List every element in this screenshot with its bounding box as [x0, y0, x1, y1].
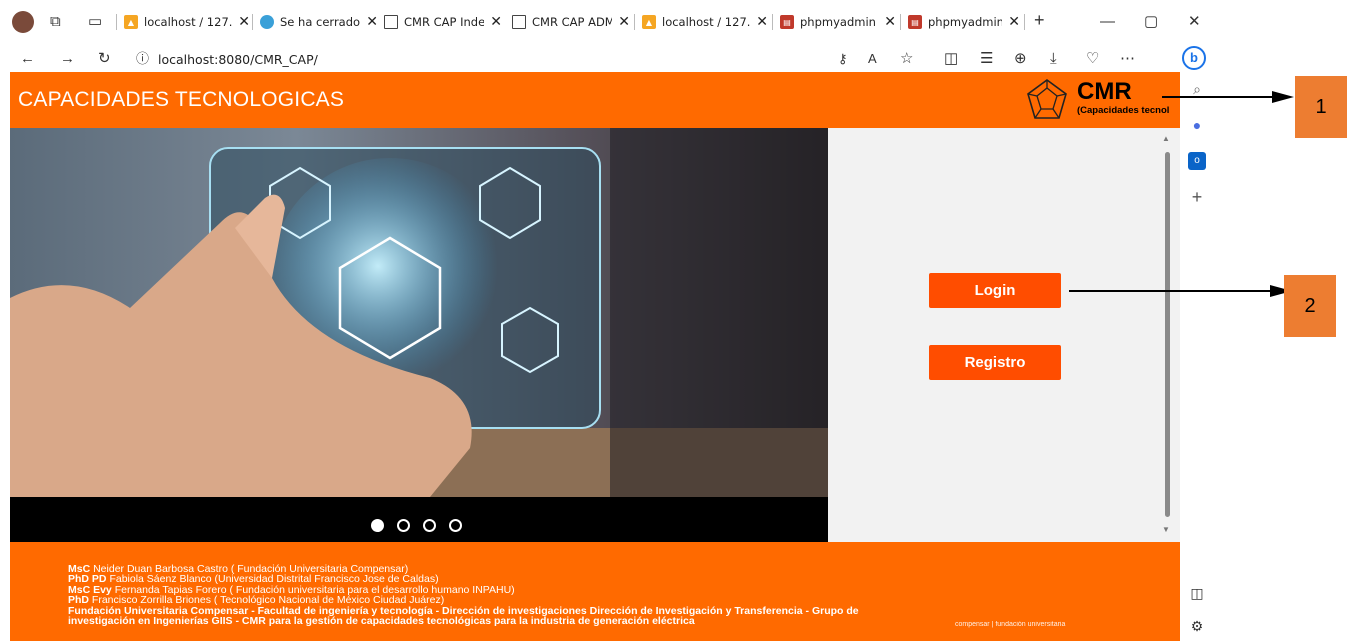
carousel-indicator-3[interactable] [423, 519, 436, 532]
pdf-icon: ▤ [908, 15, 922, 29]
tab-4[interactable]: CMR CAP ADM ✕ [512, 8, 630, 36]
split-screen-icon[interactable]: ◫ [944, 49, 958, 69]
annotation-arrow-2-line [1069, 290, 1273, 292]
tab-separator [900, 14, 901, 30]
tab-actions-icon[interactable]: ▭ [88, 12, 102, 32]
institution-line: investigación en Ingenierías GIIS - CMR … [68, 615, 928, 628]
health-icon[interactable]: ♡ [1086, 49, 1099, 69]
logo-text: CMR [1077, 78, 1132, 105]
phpmyadmin-icon: ▲ [124, 15, 138, 29]
edge-icon [260, 15, 274, 29]
close-icon[interactable]: ✕ [1008, 14, 1020, 30]
institution-text: investigación en Ingenierías GIIS - CMR … [68, 615, 695, 628]
scroll-up-icon[interactable]: ▲ [1162, 134, 1170, 143]
carousel-indicator-1[interactable] [371, 519, 384, 532]
read-aloud-icon[interactable]: A [868, 49, 877, 69]
tab-separator [634, 14, 635, 30]
close-icon[interactable]: ✕ [756, 14, 768, 30]
tab-5[interactable]: ▲ localhost / 127. ✕ [642, 8, 768, 36]
close-icon[interactable]: ✕ [618, 14, 630, 30]
downloads-icon[interactable]: ⤓ [1050, 49, 1057, 69]
carousel-slide-image [10, 128, 828, 497]
annotation-label-2: 2 [1284, 275, 1336, 337]
carousel-indicator-2[interactable] [397, 519, 410, 532]
add-sidebar-app-icon[interactable]: + [1188, 188, 1206, 206]
scroll-down-icon[interactable]: ▼ [1162, 525, 1170, 534]
minimize-icon[interactable]: — [1100, 12, 1115, 32]
back-icon[interactable]: ← [20, 49, 35, 69]
carousel-indicator-4[interactable] [449, 519, 462, 532]
tab-7[interactable]: ▤ phpmyadmin.p ✕ [908, 8, 1020, 36]
new-tab-icon[interactable]: + [1034, 10, 1045, 30]
tab-separator [116, 14, 117, 30]
tab-separator [252, 14, 253, 30]
page-icon [512, 15, 526, 29]
bing-copilot-icon[interactable]: b [1182, 46, 1206, 70]
tab-1[interactable]: ▲ localhost / 127. ✕ [124, 8, 250, 36]
dodecahedron-logo-icon [1027, 79, 1067, 119]
site-title: CAPACIDADES TECNOLOGICAS [18, 88, 345, 111]
tab-title: phpmyadmin ( [800, 15, 879, 29]
tab-separator [1024, 14, 1025, 30]
key-icon[interactable]: ⚷ [838, 49, 848, 69]
tab-3[interactable]: CMR CAP Index ✕ [384, 8, 502, 36]
carousel-indicator-bar [10, 497, 828, 542]
restore-icon[interactable]: ▢ [1144, 12, 1158, 32]
register-button[interactable]: Registro [929, 345, 1061, 380]
logo-subtitle: (Capacidades tecnol [1077, 105, 1170, 116]
compensar-logo: compensar | fundación universitaria [955, 621, 1066, 628]
site-header: CAPACIDADES TECNOLOGICAS CMR (Capacidade… [10, 72, 1180, 128]
collections-icon[interactable]: ⊕ [1014, 49, 1027, 69]
reload-icon[interactable]: ↻ [98, 49, 111, 69]
workspaces-icon[interactable]: ⧉ [50, 12, 61, 32]
tab-title: localhost / 127. [662, 15, 751, 29]
tab-separator [772, 14, 773, 30]
close-window-icon[interactable]: ✕ [1188, 12, 1201, 32]
tab-title: CMR CAP ADM [532, 15, 613, 29]
page-icon [384, 15, 398, 29]
site-footer: MsC Neider Duan Barbosa Castro ( Fundaci… [10, 542, 1180, 641]
settings-gear-icon[interactable]: ⚙ [1188, 617, 1206, 635]
auth-panel: Login Registro [828, 128, 1180, 542]
scrollbar-thumb[interactable] [1165, 152, 1170, 517]
pdf-icon: ▤ [780, 15, 794, 29]
annotation-label-1: 1 [1295, 76, 1347, 138]
tab-title: localhost / 127. [144, 15, 233, 29]
tab-title: phpmyadmin.p [928, 15, 1003, 29]
close-icon[interactable]: ✕ [884, 14, 896, 30]
url-text: localhost:8080/CMR_CAP/ [158, 52, 318, 67]
annotation-arrow-1-head [1272, 91, 1294, 103]
profile-avatar-icon[interactable] [12, 11, 34, 33]
tab-title: CMR CAP Index [404, 15, 485, 29]
close-icon[interactable]: ✕ [490, 14, 502, 30]
forward-icon[interactable]: → [60, 49, 75, 69]
tab-6[interactable]: ▤ phpmyadmin ( ✕ [780, 8, 896, 36]
image-carousel[interactable] [10, 128, 828, 542]
outlook-icon[interactable]: o [1188, 152, 1206, 170]
tab-2[interactable]: Se ha cerrado s ✕ [260, 8, 378, 36]
browser-tab-bar: ⧉ ▭ ▲ localhost / 127. ✕ Se ha cerrado s… [0, 0, 1215, 46]
credits-block: MsC Neider Duan Barbosa Castro ( Fundaci… [68, 564, 928, 628]
annotation-arrow-1-line [1162, 96, 1274, 98]
tab-title: Se ha cerrado s [280, 15, 361, 29]
close-icon[interactable]: ✕ [366, 14, 378, 30]
login-button[interactable]: Login [929, 273, 1061, 308]
hide-sidebar-icon[interactable]: ◫ [1188, 584, 1206, 602]
more-options-icon[interactable]: ⋯ [1120, 49, 1135, 69]
favorite-star-icon[interactable]: ☆ [900, 49, 913, 69]
phpmyadmin-icon: ▲ [642, 15, 656, 29]
favorites-icon[interactable]: ☰ [980, 49, 993, 69]
copilot-icon[interactable]: ● [1188, 116, 1206, 134]
close-icon[interactable]: ✕ [238, 14, 250, 30]
web-page: CAPACIDADES TECNOLOGICAS CMR (Capacidade… [10, 72, 1180, 641]
